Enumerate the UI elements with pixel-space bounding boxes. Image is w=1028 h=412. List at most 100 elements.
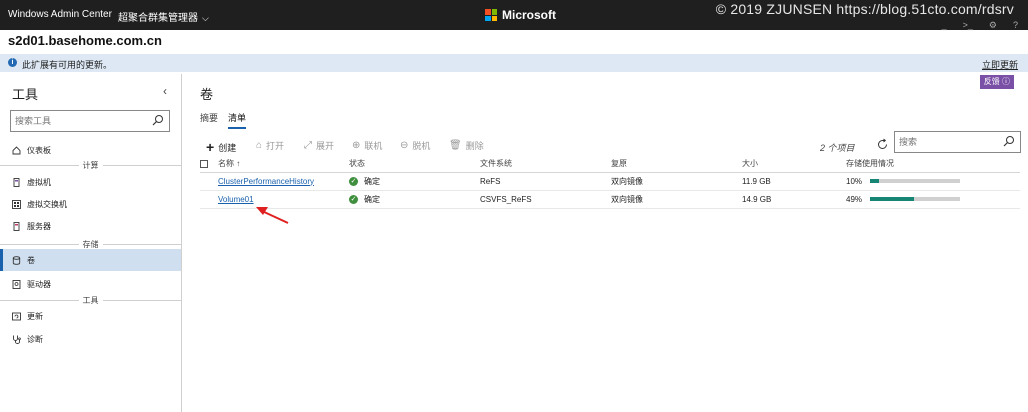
vm-icon [12, 177, 21, 187]
sidebar-item-vms[interactable]: 虚拟机 [0, 171, 181, 193]
usage-percent: 49% [846, 194, 863, 204]
microsoft-logo: Microsoft [485, 8, 556, 22]
sidebar-item-volumes[interactable]: 卷 [0, 249, 181, 271]
online-button[interactable]: ⊕ 联机 [352, 139, 382, 152]
section-header-compute: 计算 [0, 160, 181, 171]
table-row[interactable]: Volume01 ✓ 确定 CSVFS_ReFS 双向镜像 14.9 GB 49% [200, 190, 1020, 209]
diagnostics-icon [12, 335, 21, 344]
column-header-filesystem[interactable]: 文件系统 [480, 156, 611, 173]
sidebar-item-label: 仪表板 [27, 145, 51, 155]
tools-search-input[interactable] [15, 111, 145, 131]
table-row[interactable]: ClusterPerformanceHistory ✓ 确定 ReFS 双向镜像 … [200, 172, 1020, 191]
main-panel: 卷 反馈 ⓘ 摘要 清单 + 创建 ⌂ 打开 ⤢ 展开 ⊕ 联机 ⊖ 脱机 🗑 删除 2 个… [182, 74, 1028, 412]
volume-name-link[interactable]: ClusterPerformanceHistory [218, 177, 314, 186]
volume-search [894, 131, 1021, 153]
volume-search-input[interactable] [899, 132, 999, 152]
volume-name-link[interactable]: Volume01 [218, 195, 254, 204]
notice-bar: i 此扩展有可用的更新。 立即更新 [0, 54, 1028, 72]
drive-icon [12, 279, 21, 289]
online-label: 联机 [364, 141, 383, 151]
plus-icon: + [206, 139, 215, 155]
feedback-button[interactable]: 反馈 ⓘ [979, 75, 1014, 89]
select-all-checkbox[interactable] [200, 160, 208, 169]
notice-message: 此扩展有可用的更新。 [22, 60, 113, 70]
app-title[interactable]: Windows Admin Center [8, 9, 112, 20]
usage-bar-fill [870, 179, 879, 184]
gear-icon[interactable]: ⚙ [989, 20, 997, 31]
context-label: 超聚合群集管理器 [118, 13, 198, 24]
column-header-name[interactable]: 名称 ↑ [218, 156, 349, 173]
filesystem-cell: ReFS [480, 172, 611, 191]
volume-icon [12, 255, 21, 265]
offline-label: 脱机 [412, 141, 431, 151]
info-icon: i [8, 58, 17, 67]
size-cell: 11.9 GB [742, 172, 846, 191]
column-header-usage[interactable]: 存储使用情况 [846, 156, 1020, 173]
watermark: © 2019 ZJUNSEN https://blog.51cto.com/rd… [715, 1, 1014, 17]
volumes-table: 名称 ↑ 状态 文件系统 复原 大小 存储使用情况 ClusterPerform… [200, 156, 1020, 209]
chevron-down-icon: ⌵ [202, 13, 209, 23]
tab-summary[interactable]: 摘要 [200, 111, 218, 129]
check-circle-icon: ✓ [349, 176, 358, 186]
page-title: 卷 [200, 87, 214, 102]
sidebar-item-label: 卷 [27, 255, 35, 265]
sidebar-item-label: 更新 [27, 311, 43, 321]
server-title: s2d01.basehome.com.cn [8, 33, 162, 48]
sidebar-item-vswitch[interactable]: 虚拟交换机 [0, 193, 181, 215]
section-header-storage: 存储 [0, 239, 181, 250]
sidebar-item-diagnostics[interactable]: 诊断 [0, 328, 181, 350]
arrow-up-circle-icon: ⊕ [352, 140, 361, 151]
tab-inventory[interactable]: 清单 [228, 111, 247, 129]
expand-button[interactable]: ⤢ 展开 [304, 139, 334, 152]
section-label: 计算 [78, 160, 103, 171]
sidebar-item-updates[interactable]: 更新 [0, 305, 181, 327]
toolbar: + 创建 ⌂ 打开 ⤢ 展开 ⊕ 联机 ⊖ 脱机 🗑 删除 2 个项目 [200, 131, 1021, 156]
context-switcher[interactable]: 超聚合群集管理器 ⌵ [118, 9, 209, 24]
expand-icon: ⤢ [304, 140, 312, 151]
table-header: 名称 ↑ 状态 文件系统 复原 大小 存储使用情况 [200, 156, 1020, 173]
refresh-icon[interactable] [876, 138, 889, 153]
column-header-resiliency[interactable]: 复原 [611, 156, 742, 173]
open-label: 打开 [266, 141, 285, 151]
dashboard-icon [12, 145, 21, 155]
notifications-icon[interactable]: _ [942, 20, 947, 31]
trash-icon: 🗑 [449, 140, 462, 151]
delete-label: 删除 [465, 141, 484, 151]
item-count: 2 个项目 [820, 143, 855, 153]
sidebar-item-label: 虚拟机 [27, 177, 51, 187]
sidebar-item-servers[interactable]: 服务器 [0, 215, 181, 237]
create-button[interactable]: + 创建 [206, 139, 236, 155]
sidebar-item-label: 驱动器 [27, 279, 51, 289]
collapse-panel-icon[interactable]: ‹ [163, 84, 167, 98]
switch-icon [12, 199, 21, 209]
filesystem-cell: CSVFS_ReFS [480, 190, 611, 209]
column-header-size[interactable]: 大小 [742, 156, 846, 173]
create-label: 创建 [218, 142, 237, 153]
windows-logo-icon [485, 9, 497, 21]
usage-bar-fill [870, 197, 915, 202]
sidebar-item-label: 诊断 [27, 334, 43, 344]
help-icon[interactable]: ? [1013, 20, 1018, 31]
tools-title: 工具 [12, 87, 39, 102]
update-now-link[interactable]: 立即更新 [982, 58, 1018, 71]
tab-bar: 摘要 清单 [200, 111, 247, 129]
sidebar-item-label: 服务器 [27, 221, 51, 231]
sidebar-item-drives[interactable]: 驱动器 [0, 273, 181, 295]
tools-panel: 工具 ‹ 仪表板 计算 虚拟机 虚拟交换机 服务器 存储 卷 驱动器 工具 [0, 74, 182, 412]
offline-button[interactable]: ⊖ 脱机 [400, 139, 430, 152]
check-circle-icon: ✓ [349, 194, 358, 204]
expand-label: 展开 [316, 141, 335, 151]
open-button[interactable]: ⌂ 打开 [256, 139, 284, 152]
delete-button[interactable]: 🗑 删除 [449, 139, 484, 152]
column-header-status[interactable]: 状态 [349, 156, 480, 173]
usage-bar [870, 197, 960, 202]
brand-text: Microsoft [502, 8, 556, 22]
search-icon[interactable] [152, 114, 164, 128]
server-icon [12, 221, 21, 231]
sidebar-item-dashboard[interactable]: 仪表板 [0, 139, 181, 161]
resiliency-cell: 双向镜像 [611, 172, 742, 191]
terminal-icon[interactable]: >_ [963, 20, 973, 31]
top-bar-icons: _ >_ ⚙ ? [942, 20, 1018, 31]
usage-percent: 10% [846, 176, 863, 186]
search-icon[interactable] [1003, 135, 1015, 149]
